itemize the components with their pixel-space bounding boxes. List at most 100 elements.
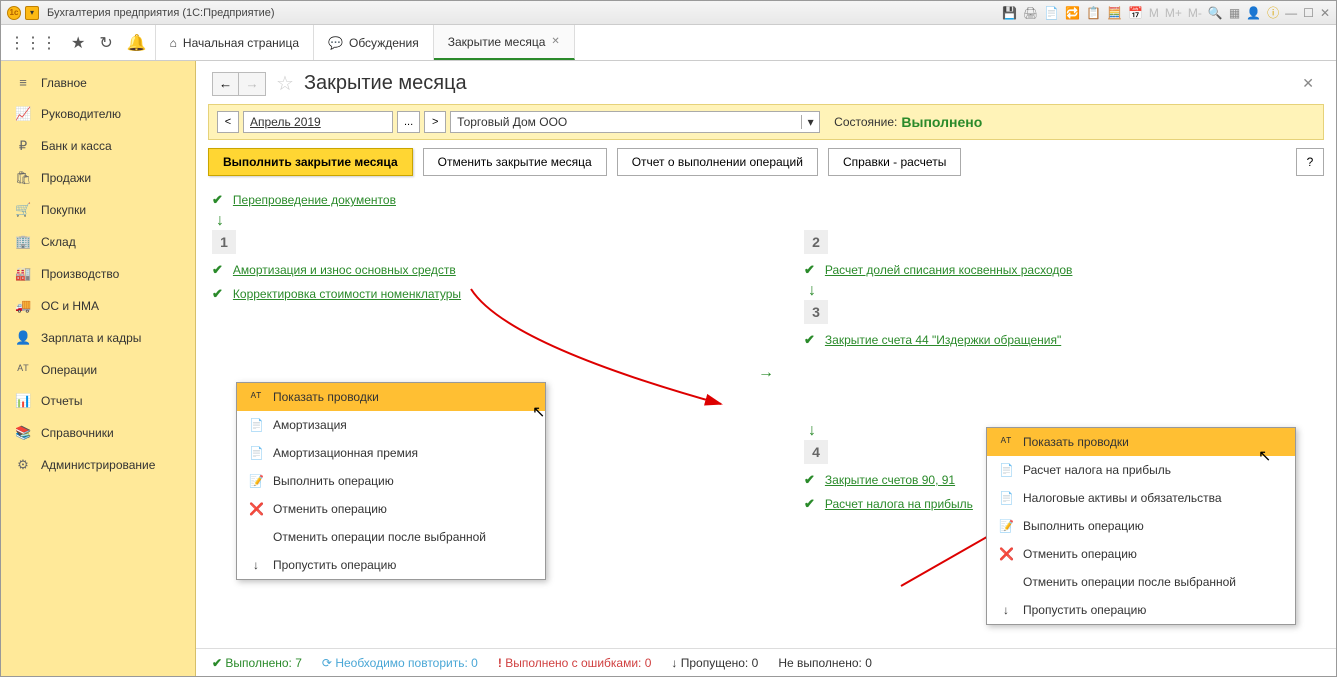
op-profit-link[interactable]: Расчет налога на прибыль: [825, 497, 973, 511]
sidebar-item-0[interactable]: ≡Главное: [1, 67, 195, 98]
menu-item-4[interactable]: ❌Отменить операцию: [987, 540, 1295, 568]
period-picker-button[interactable]: ...: [397, 111, 420, 133]
sidebar-item-11[interactable]: 📚Справочники: [1, 417, 195, 449]
menu-item-2[interactable]: 📄Налоговые активы и обязательства: [987, 484, 1295, 512]
favorite-star-icon[interactable]: ★: [71, 33, 85, 53]
table-icon[interactable]: 📋: [1086, 6, 1101, 20]
op-repost-link[interactable]: Перепроведение документов: [233, 193, 396, 207]
menu-icon: ᴬᵀ: [999, 435, 1013, 449]
info-icon[interactable]: ⓘ: [1267, 4, 1279, 21]
references-button[interactable]: Справки - расчеты: [828, 148, 961, 176]
period-next-button[interactable]: >: [424, 111, 446, 133]
menu-item-0[interactable]: ᴬᵀПоказать проводки: [987, 428, 1295, 456]
menu-item-4[interactable]: ❌Отменить операцию: [237, 495, 545, 523]
calc-icon[interactable]: 🧮: [1107, 6, 1122, 20]
op-amort-link[interactable]: Амортизация и износ основных средств: [233, 263, 456, 277]
sidebar-item-2[interactable]: ₽Банк и касса: [1, 130, 195, 162]
sidebar-icon: 👤: [15, 330, 31, 346]
menu-item-1[interactable]: 📄Расчет налога на прибыль: [987, 456, 1295, 484]
menu-item-3[interactable]: 📝Выполнить операцию: [237, 467, 545, 495]
bell-icon[interactable]: 🔔: [127, 33, 147, 53]
menu-item-3[interactable]: 📝Выполнить операцию: [987, 512, 1295, 540]
grid-icon[interactable]: ▦: [1229, 6, 1240, 20]
app-menu-dropdown[interactable]: ▾: [25, 6, 39, 20]
minimize-icon[interactable]: —: [1285, 6, 1297, 20]
sidebar-item-1[interactable]: 📈Руководителю: [1, 98, 195, 130]
doc-icon[interactable]: 📄: [1044, 6, 1059, 20]
sidebar-item-4[interactable]: 🛒Покупки: [1, 194, 195, 226]
menu-item-2[interactable]: 📄Амортизационная премия: [237, 439, 545, 467]
step-4-badge: 4: [804, 440, 828, 464]
nav-back-button[interactable]: ←: [213, 73, 239, 95]
repost-icon[interactable]: 🔁: [1065, 6, 1080, 20]
m-minus-icon[interactable]: M-: [1188, 6, 1202, 20]
op-acc9091-link[interactable]: Закрытие счетов 90, 91: [825, 473, 955, 487]
op-corr-link[interactable]: Корректировка стоимости номенклатуры: [233, 287, 461, 301]
history-icon[interactable]: ↻: [99, 33, 112, 53]
chevron-down-icon: ▾: [801, 115, 819, 129]
page-favorite-icon[interactable]: ☆: [276, 71, 294, 96]
op-acc44-link[interactable]: Закрытие счета 44 "Издержки обращения": [825, 333, 1061, 347]
menu-label: Отменить операцию: [273, 502, 387, 516]
sidebar-item-10[interactable]: 📊Отчеты: [1, 385, 195, 417]
app-window: 1c ▾ Бухгалтерия предприятия (1С:Предпри…: [0, 0, 1337, 677]
sidebar-item-6[interactable]: 🏭Производство: [1, 258, 195, 290]
save-icon[interactable]: 💾: [1002, 6, 1017, 20]
arrow-down-icon: ↓: [216, 212, 1320, 230]
menu-item-6[interactable]: ↓Пропустить операцию: [237, 551, 545, 579]
tab-discussions[interactable]: 💬 Обсуждения: [314, 25, 434, 60]
state-label: Состояние:: [834, 115, 897, 129]
calendar-icon[interactable]: 📅: [1128, 6, 1143, 20]
menu-icon: 📝: [249, 474, 263, 488]
help-button[interactable]: ?: [1296, 148, 1324, 176]
check-icon: ✔: [804, 496, 815, 512]
sidebar-icon: ᴬᵀ: [15, 362, 31, 377]
home-icon: ⌂: [170, 36, 177, 50]
user-icon[interactable]: 👤: [1246, 6, 1261, 20]
sidebar-item-9[interactable]: ᴬᵀ Операции: [1, 354, 195, 385]
sidebar-item-3[interactable]: 🛍Продажи: [1, 162, 195, 194]
menu-item-6[interactable]: ↓Пропустить операцию: [987, 596, 1295, 624]
sidebar-icon: 🚚: [15, 298, 31, 314]
period-prev-button[interactable]: <: [217, 111, 239, 133]
m-plus-icon[interactable]: M+: [1165, 6, 1182, 20]
sidebar-item-5[interactable]: 🏢Склад: [1, 226, 195, 258]
sidebar-item-12[interactable]: ⚙Администрирование: [1, 449, 195, 481]
step-1-badge: 1: [212, 230, 236, 254]
page-close-icon[interactable]: ✕: [1302, 75, 1320, 92]
menu-item-0[interactable]: ᴬᵀПоказать проводки: [237, 383, 545, 411]
print-icon[interactable]: 🖨: [1023, 6, 1038, 20]
check-icon: ✔: [212, 192, 223, 208]
restore-icon[interactable]: ☐: [1303, 6, 1314, 20]
report-button[interactable]: Отчет о выполнении операций: [617, 148, 818, 176]
menu-item-5[interactable]: Отменить операции после выбранной: [237, 523, 545, 551]
sidebar-icon: 🛍: [15, 170, 31, 186]
tab-close-icon[interactable]: ✕: [551, 36, 559, 47]
apps-grid-icon[interactable]: ⋮⋮⋮: [9, 33, 57, 53]
op-repost: ✔ Перепроведение документов: [212, 188, 1320, 212]
menu-icon: ↓: [249, 558, 263, 572]
sidebar-label: Справочники: [41, 426, 114, 440]
m-icon[interactable]: M: [1149, 6, 1159, 20]
period-field[interactable]: Апрель 2019: [243, 111, 393, 133]
sidebar-label: Операции: [41, 363, 97, 377]
tab-month-closing[interactable]: Закрытие месяца ✕: [434, 25, 575, 60]
tab-home[interactable]: ⌂ Начальная страница: [156, 25, 314, 60]
menu-item-1[interactable]: 📄Амортизация: [237, 411, 545, 439]
sidebar-icon: 📊: [15, 393, 31, 409]
org-select[interactable]: Торговый Дом ООО ▾: [450, 111, 820, 133]
chat-icon: 💬: [328, 36, 343, 50]
cancel-closing-button[interactable]: Отменить закрытие месяца: [423, 148, 607, 176]
close-window-icon[interactable]: ✕: [1320, 6, 1330, 20]
sidebar-item-7[interactable]: 🚚ОС и НМА: [1, 290, 195, 322]
op-indirect-link[interactable]: Расчет долей списания косвенных расходов: [825, 263, 1073, 277]
run-closing-button[interactable]: Выполнить закрытие месяца: [208, 148, 413, 176]
menu-label: Отменить операцию: [1023, 547, 1137, 561]
title-tools: 💾 🖨 📄 🔁 📋 🧮 📅 M M+ M- 🔍 ▦ 👤 ⓘ — ☐ ✕: [1002, 4, 1330, 21]
check-icon: ✔: [804, 472, 815, 488]
zoom-icon[interactable]: 🔍: [1208, 6, 1223, 20]
menu-icon: ᴬᵀ: [249, 390, 263, 404]
sidebar-item-8[interactable]: 👤Зарплата и кадры: [1, 322, 195, 354]
menu-item-5[interactable]: Отменить операции после выбранной: [987, 568, 1295, 596]
nav-forward-button[interactable]: →: [239, 73, 265, 95]
